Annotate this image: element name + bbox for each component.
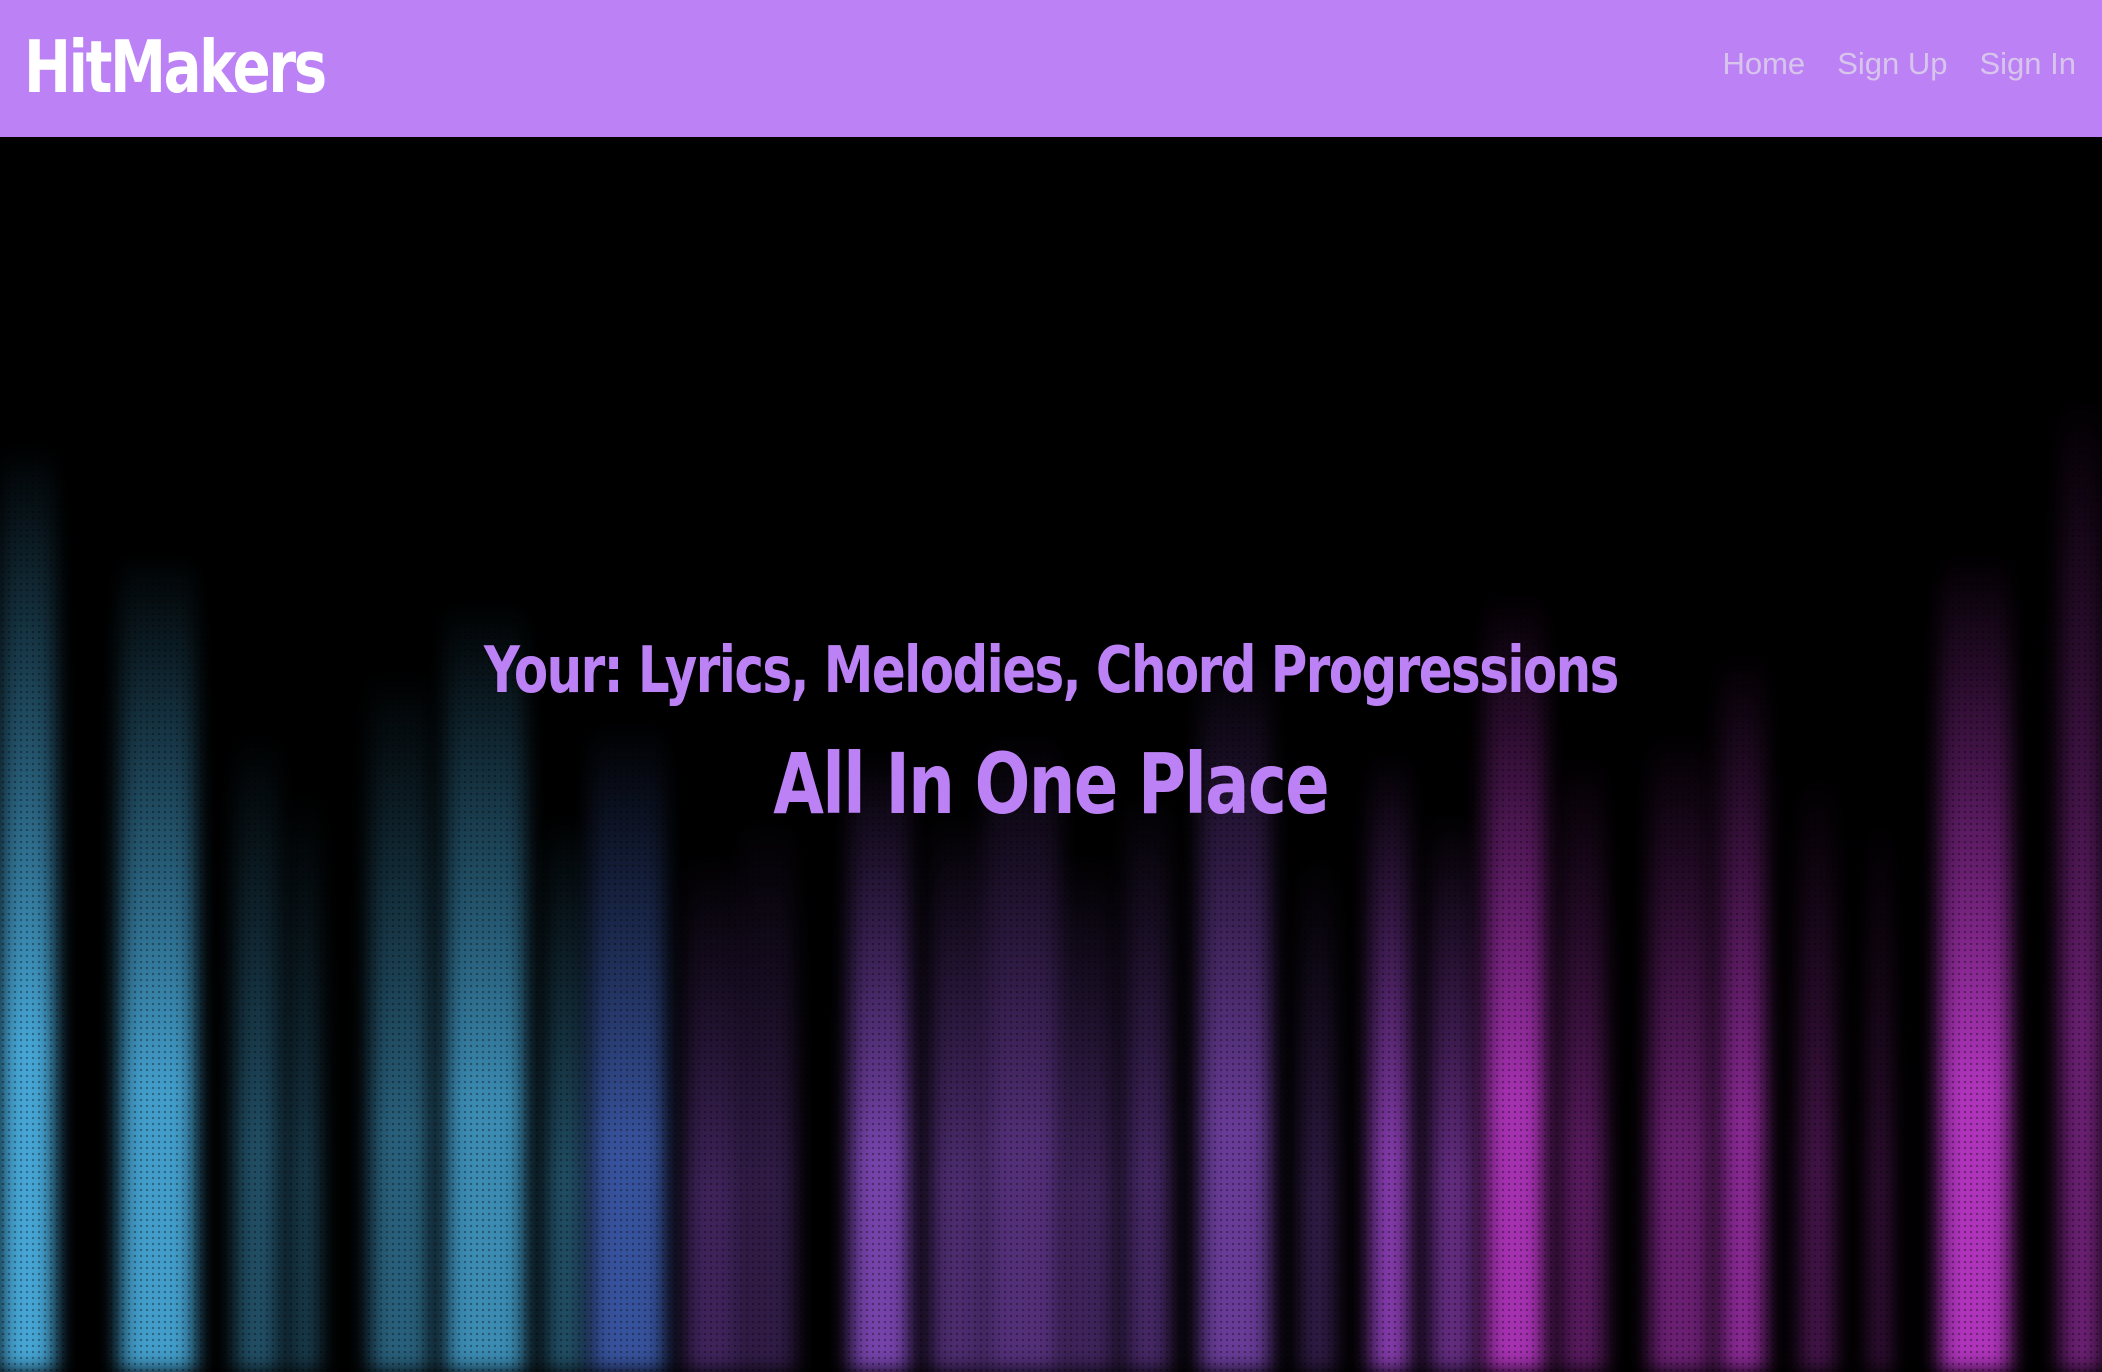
hero-section: Your: Lyrics, Melodies, Chord Progressio… bbox=[0, 137, 2102, 1372]
equalizer-bar bbox=[1125, 792, 1170, 1372]
equalizer-bar bbox=[930, 812, 985, 1372]
top-navbar: HitMakers Home Sign Up Sign In bbox=[0, 0, 2102, 137]
hero-headline: All In One Place bbox=[0, 735, 2102, 833]
equalizer-bar bbox=[545, 812, 585, 1372]
brand-logo[interactable]: HitMakers bbox=[24, 31, 327, 103]
nav-link-home[interactable]: Home bbox=[1722, 46, 1805, 82]
equalizer-bar bbox=[850, 752, 910, 1372]
equalizer-bar bbox=[685, 852, 740, 1372]
nav-links: Home Sign Up Sign In bbox=[1722, 46, 2076, 82]
nav-link-sign-up[interactable]: Sign Up bbox=[1837, 46, 1947, 82]
equalizer-bar bbox=[1430, 812, 1475, 1372]
equalizer-bar bbox=[1060, 852, 1115, 1372]
hero-tagline: Your: Lyrics, Melodies, Chord Progressio… bbox=[0, 634, 2102, 708]
equalizer-bar bbox=[445, 602, 525, 1372]
equalizer-bar bbox=[2060, 392, 2102, 1372]
equalizer-bar bbox=[1370, 752, 1410, 1372]
equalizer-bar bbox=[0, 442, 55, 1372]
nav-link-sign-in[interactable]: Sign In bbox=[1979, 46, 2076, 82]
equalizer-bar bbox=[1800, 772, 1835, 1372]
equalizer-bar bbox=[740, 812, 795, 1372]
hero-tagline-text: Your: Lyrics, Melodies, Chord Progressio… bbox=[484, 634, 1619, 708]
equalizer-bar bbox=[1485, 592, 1545, 1372]
equalizer-bar bbox=[1870, 812, 1890, 1372]
hero-headline-text: All In One Place bbox=[773, 735, 1330, 833]
equalizer-bar bbox=[1560, 752, 1605, 1372]
equalizer-bar bbox=[290, 792, 320, 1372]
equalizer-bar bbox=[1300, 852, 1335, 1372]
